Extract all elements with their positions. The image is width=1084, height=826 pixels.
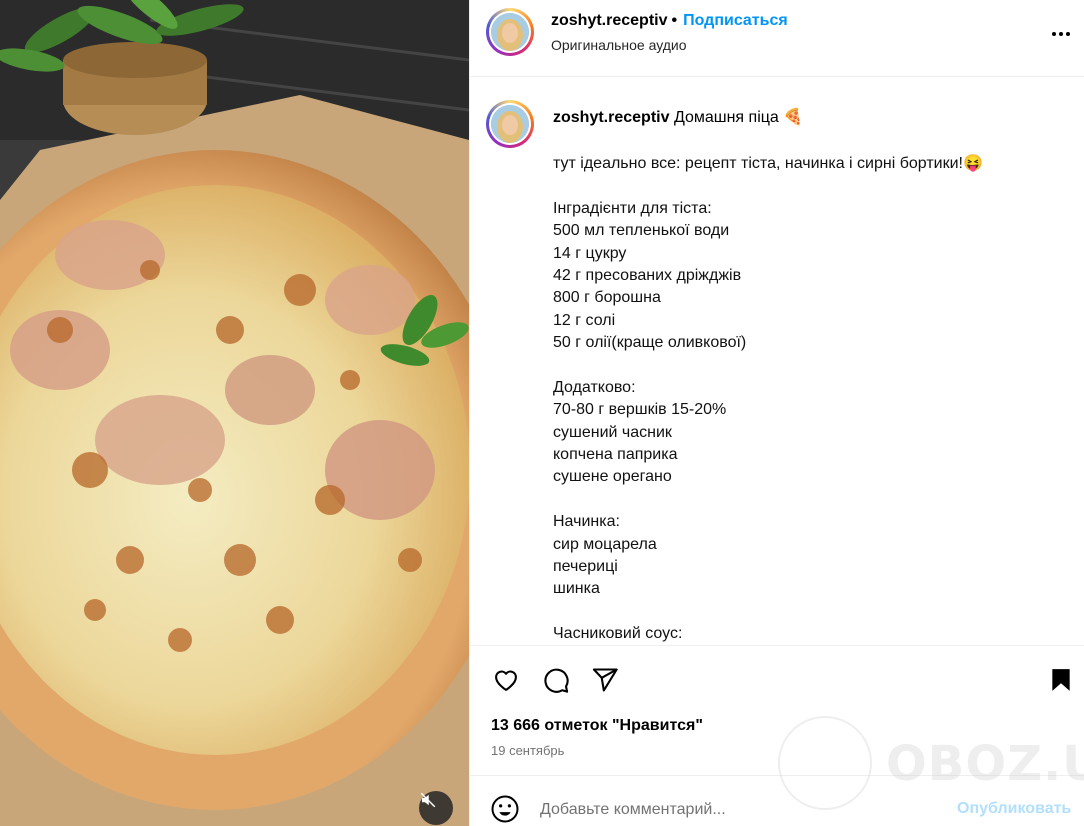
- caption-line: [553, 489, 1063, 511]
- caption-line: [553, 601, 1063, 623]
- caption-username[interactable]: zoshyt.receptiv: [553, 109, 669, 126]
- caption-line: шинка: [553, 580, 600, 598]
- emoji-icon: [491, 795, 519, 823]
- share-icon: [592, 668, 618, 692]
- comment-icon: [544, 668, 569, 693]
- comment-input[interactable]: [540, 798, 940, 822]
- follow-button[interactable]: Подписаться: [683, 12, 788, 29]
- post-date: 19 сентябрь: [491, 743, 565, 758]
- emoji-button[interactable]: [490, 794, 520, 824]
- caption-line: Додатково:: [553, 378, 636, 396]
- caption-line: 50 г олії(краще оливкової): [553, 334, 747, 352]
- publish-button[interactable]: Опубликовать: [957, 800, 1071, 818]
- caption-line: Часниковий соус:: [553, 625, 683, 643]
- caption-line: печериці: [553, 558, 618, 576]
- caption-line: Інградієнти для тіста:: [553, 199, 712, 217]
- author-username[interactable]: zoshyt.receptiv: [551, 12, 667, 29]
- caption-header: zoshyt.receptiv Домашня піца 🍕: [553, 108, 803, 128]
- caption-line: [553, 175, 1063, 197]
- mute-button[interactable]: [419, 791, 453, 825]
- post-panel: zoshyt.receptiv • Подписаться Оригинальное…: [469, 0, 1084, 826]
- share-button[interactable]: [589, 664, 621, 696]
- pizza-photo: [0, 0, 469, 826]
- caption-line: тут ідеально все: рецепт тіста, начинка …: [553, 155, 983, 172]
- caption-line: 14 г цукру: [553, 244, 627, 262]
- more-horizontal-icon: [1052, 32, 1056, 36]
- action-bar: 13 666 отметок "Нравится" 19 сентябрь: [470, 645, 1084, 775]
- audio-link[interactable]: Оригинальное аудио: [551, 37, 687, 53]
- caption-body: тут ідеально все: рецепт тіста, начинка …: [553, 153, 1063, 645]
- caption-avatar[interactable]: [486, 100, 534, 148]
- caption-line: 70-80 г вершків 15-20%: [553, 401, 727, 419]
- post-media[interactable]: [0, 0, 469, 826]
- caption-line: сушене орегано: [553, 468, 672, 486]
- post-header: zoshyt.receptiv • Подписаться Оригинальное…: [470, 0, 1084, 77]
- more-options-button[interactable]: [1048, 24, 1074, 44]
- caption-line: 12 г солі: [553, 311, 616, 329]
- caption-line: [553, 355, 1063, 377]
- heart-icon: [495, 670, 517, 691]
- like-button[interactable]: [490, 664, 522, 696]
- bookmark-icon: [1052, 669, 1070, 691]
- avatar[interactable]: [486, 8, 534, 56]
- caption-line: сушений часник: [553, 423, 672, 441]
- comment-bar: Опубликовать: [470, 775, 1084, 826]
- caption-area: zoshyt.receptiv Домашня піца 🍕 тут ідеал…: [470, 78, 1084, 645]
- volume-muted-icon: [420, 792, 436, 808]
- save-button[interactable]: [1045, 664, 1077, 696]
- caption-line: 800 г борошна: [553, 289, 661, 307]
- likes-count[interactable]: 13 666 отметок "Нравится": [491, 717, 703, 735]
- caption-line: 42 г пресованих дріжджів: [553, 266, 742, 284]
- caption-line: сир моцарела: [553, 535, 657, 553]
- caption-line: 500 мл тепленької води: [553, 222, 730, 240]
- caption-title: Домашня піца 🍕: [673, 109, 804, 126]
- separator-dot: •: [671, 12, 678, 29]
- comment-button[interactable]: [540, 664, 572, 696]
- caption-line: Начинка:: [553, 513, 620, 531]
- caption-line: копчена паприка: [553, 446, 678, 464]
